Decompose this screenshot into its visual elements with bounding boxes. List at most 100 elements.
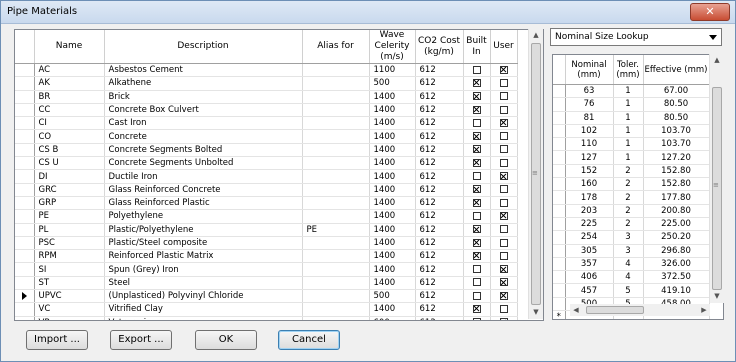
cell-tolerance[interactable]: 2 [613,217,644,232]
cell-description[interactable]: Brick [104,90,303,104]
user-checkbox[interactable] [499,78,508,87]
table-row[interactable]: CC Concrete Box Culvert 1400 612 [15,103,518,118]
user-checkbox[interactable] [499,291,508,300]
cell-description[interactable]: Cast Iron [104,116,303,131]
row-selector[interactable] [553,297,566,312]
row-selector[interactable] [553,257,566,272]
table-row[interactable]: BR Brick 1400 612 [15,90,518,104]
cell-description[interactable]: Reinforced Plastic Matrix [104,249,303,264]
user-checkbox[interactable] [499,251,508,260]
table-row[interactable]: CI Cast Iron 1400 612 [15,116,518,131]
cell-description[interactable]: (Unplasticed) Polyvinyl Chloride [104,289,303,304]
col-header-name[interactable]: Name [34,30,105,64]
cell-co2[interactable]: 612 [415,249,464,264]
row-selector[interactable] [15,262,35,277]
cell-co2[interactable]: 612 [415,169,464,184]
cell-name[interactable]: VR [34,316,105,320]
cell-celerity[interactable]: 1400 [369,236,416,251]
cell-alias[interactable] [302,169,370,184]
row-selector[interactable] [553,283,566,298]
cell-alias[interactable] [302,196,370,211]
cell-co2[interactable]: 612 [415,63,464,78]
list-item[interactable]: 357 4 326.00 [553,257,710,272]
cell-co2[interactable]: 612 [415,316,464,320]
row-selector[interactable] [15,276,35,291]
table-row[interactable]: PE Polyethylene 1400 612 [15,209,518,224]
cell-nominal[interactable]: 63 [565,84,614,99]
lookup-vertical-scrollbar[interactable]: ▲ ≡ ▼ [709,54,724,303]
cell-celerity[interactable]: 1400 [369,103,416,118]
cell-alias[interactable] [302,183,370,197]
user-checkbox[interactable] [499,304,508,313]
cell-alias[interactable] [302,316,370,320]
cell-nominal[interactable]: 305 [565,244,614,258]
list-item[interactable]: 102 1 103.70 [553,124,710,139]
cell-name[interactable]: CS B [34,143,105,158]
cell-co2[interactable]: 612 [415,262,464,277]
user-checkbox[interactable] [499,278,508,287]
row-selector[interactable] [15,183,35,197]
cell-tolerance[interactable]: 1 [613,124,644,139]
cell-co2[interactable]: 612 [415,76,464,91]
user-checkbox[interactable] [499,132,508,141]
cell-effective[interactable]: 200.80 [643,204,710,218]
user-checkbox[interactable] [499,92,508,101]
list-item[interactable]: 160 2 152.80 [553,177,710,192]
built-in-checkbox[interactable] [472,225,481,234]
row-selector[interactable] [15,76,35,91]
user-checkbox[interactable] [499,185,508,194]
table-row[interactable]: CS U Concrete Segments Unbolted 1400 612 [15,156,518,171]
row-selector[interactable] [553,84,566,99]
table-row[interactable]: DI Ductile Iron 1400 612 [15,169,518,184]
cell-tolerance[interactable]: 1 [613,97,644,112]
list-item[interactable]: 225 2 225.00 [553,217,710,232]
row-selector[interactable] [553,150,566,165]
cell-nominal[interactable]: 203 [565,204,614,218]
lookup-type-dropdown[interactable]: Nominal Size Lookup [550,28,722,46]
cell-nominal[interactable]: 160 [565,177,614,192]
cell-nominal[interactable]: 81 [565,111,614,125]
cell-celerity[interactable]: 1400 [369,183,416,197]
cell-celerity[interactable]: 1400 [369,276,416,291]
cell-description[interactable]: Vitrified Clay [104,302,303,317]
cell-tolerance[interactable]: 1 [613,111,644,125]
cell-celerity[interactable]: 500 [369,289,416,304]
cell-tolerance[interactable]: 2 [613,190,644,205]
cell-name[interactable]: GRC [34,183,105,197]
cell-description[interactable]: Concrete Segments Unbolted [104,156,303,171]
cell-effective[interactable]: 177.80 [643,190,710,205]
built-in-checkbox[interactable] [472,145,481,154]
cell-name[interactable]: CC [34,103,105,118]
built-in-checkbox[interactable] [472,198,481,207]
cell-tolerance[interactable]: 4 [613,257,644,272]
table-row[interactable]: GRC Glass Reinforced Concrete 1400 612 [15,183,518,197]
cell-alias[interactable] [302,90,370,104]
cell-tolerance[interactable]: 1 [613,150,644,165]
built-in-checkbox[interactable] [472,304,481,313]
cell-celerity[interactable]: 1400 [369,262,416,277]
cell-name[interactable]: GRP [34,196,105,211]
col-header-tolerance[interactable]: Toler. (mm) [613,55,644,85]
cell-nominal[interactable]: 357 [565,257,614,272]
row-selector[interactable] [15,129,35,144]
row-selector[interactable] [15,169,35,184]
cell-nominal[interactable]: 178 [565,190,614,205]
cell-effective[interactable]: 152.80 [643,177,710,192]
col-header-user[interactable]: User [490,30,518,64]
cell-celerity[interactable]: 1400 [369,129,416,144]
cell-description[interactable]: Plastic/Steel composite [104,236,303,251]
cell-description[interactable]: Steel [104,276,303,291]
user-checkbox[interactable] [499,211,508,220]
col-header-built-in[interactable]: Built In [463,30,491,64]
cell-name[interactable]: CO [34,129,105,144]
built-in-checkbox[interactable] [472,118,481,127]
cell-nominal[interactable]: 254 [565,230,614,245]
user-checkbox[interactable] [499,238,508,247]
cell-co2[interactable]: 612 [415,276,464,291]
cell-alias[interactable] [302,129,370,144]
close-button[interactable]: ✕ [690,3,730,21]
table-row[interactable]: VC Vitrified Clay 1400 612 [15,302,518,317]
cell-name[interactable]: PL [34,223,105,237]
cell-description[interactable]: Plastic/Polyethylene [104,223,303,237]
built-in-checkbox[interactable] [472,132,481,141]
